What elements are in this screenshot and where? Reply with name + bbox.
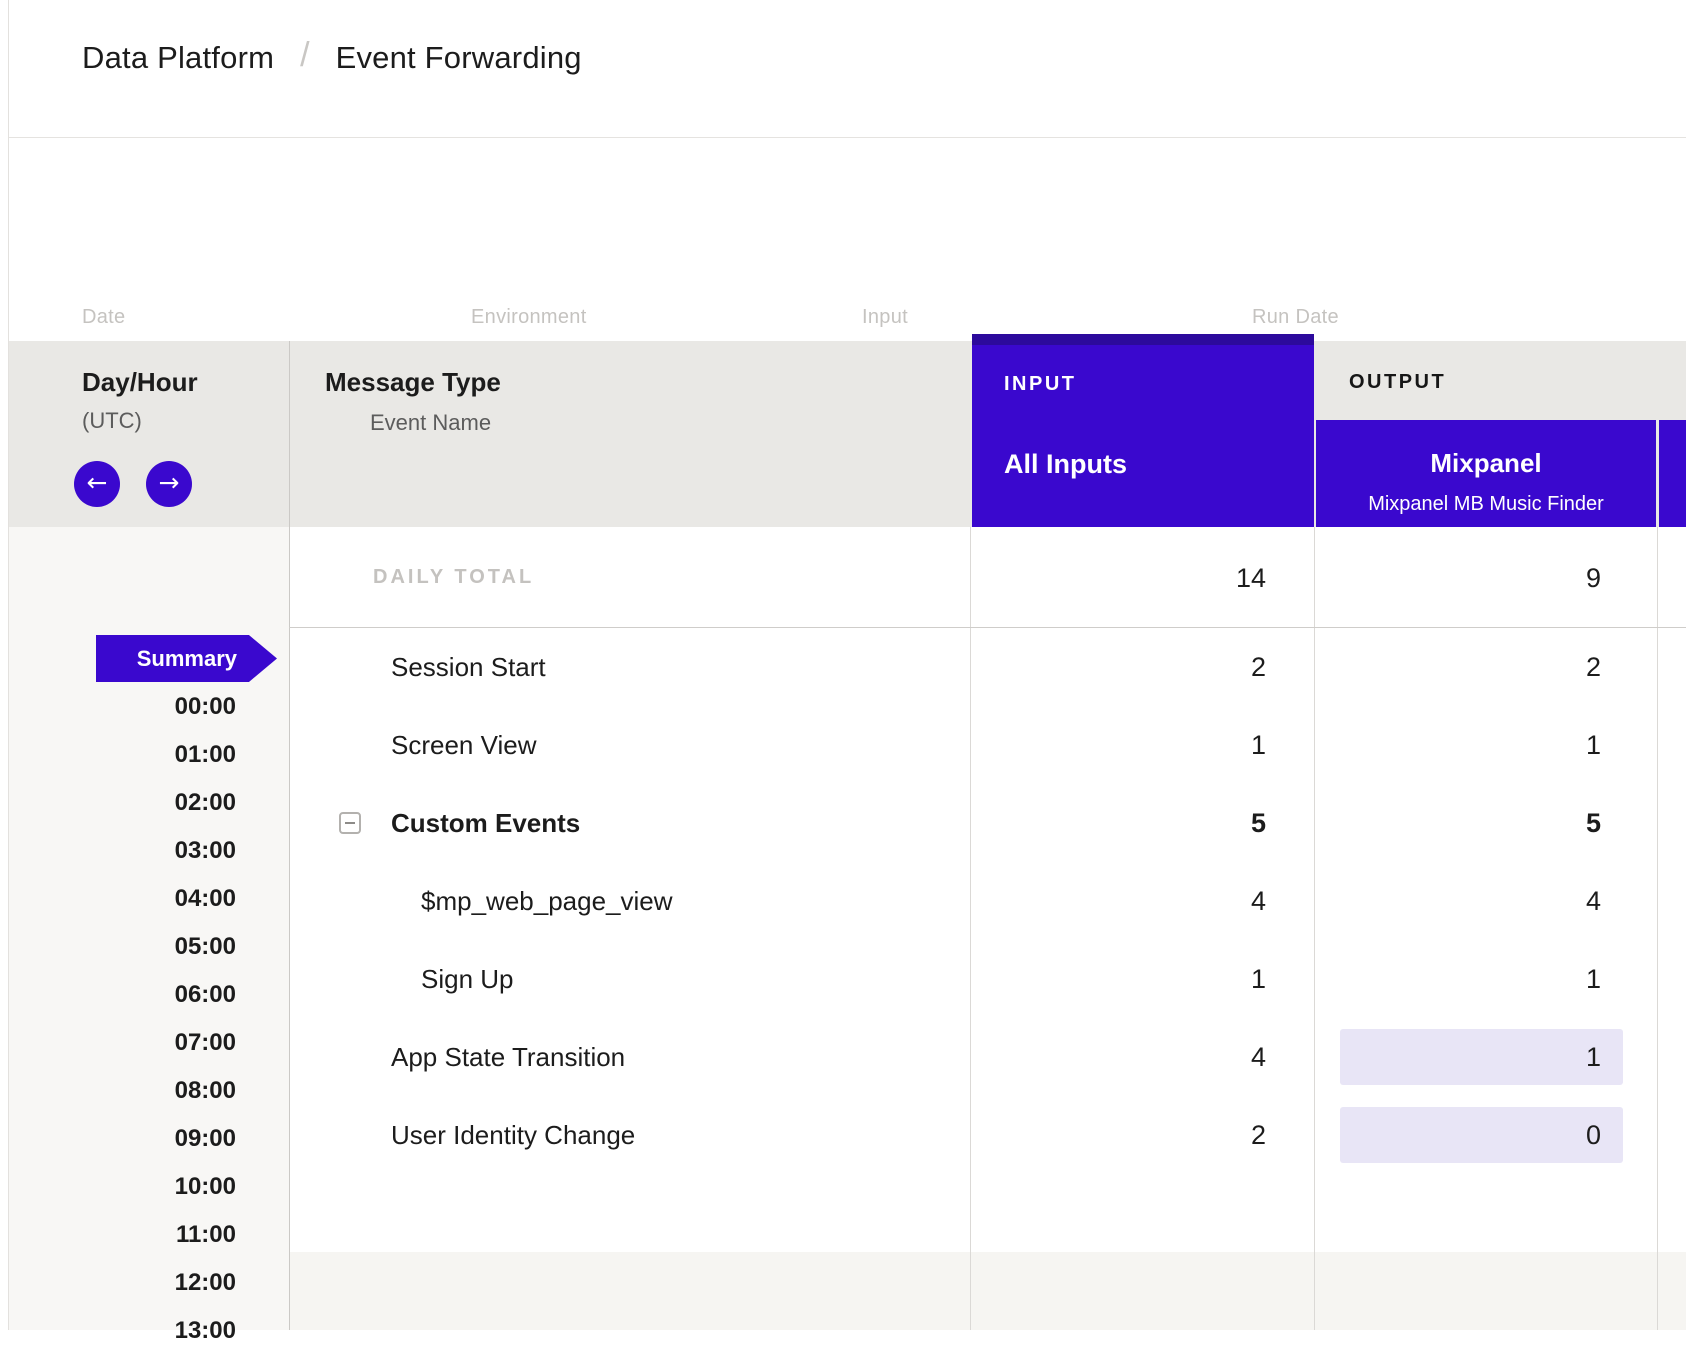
table-row: App State Transition 4 1 [289, 1018, 1686, 1096]
hour-row-09[interactable]: 09:00 [9, 1125, 236, 1153]
output-count: 4 [1314, 886, 1657, 916]
event-name: App State Transition [391, 1042, 625, 1072]
page-panel: Data Platform / Event Forwarding Date En… [8, 0, 1686, 1330]
output-next-column-header-partial [1659, 420, 1686, 527]
hour-row-04[interactable]: 04:00 [9, 885, 236, 913]
day-hour-column-title: Day/Hour [82, 366, 198, 398]
breadcrumb-separator: / [300, 36, 309, 75]
date-label: Date [82, 306, 125, 329]
table-row: User Identity Change 2 0 [289, 1096, 1686, 1174]
collapse-icon[interactable] [339, 812, 361, 834]
hour-row-07[interactable]: 07:00 [9, 1029, 236, 1057]
breadcrumb-section[interactable]: Data Platform [82, 40, 274, 76]
output-count: 1 [1314, 730, 1657, 760]
highlighted-output-cell: 1 [1340, 1029, 1623, 1085]
day-hour-timezone: (UTC) [82, 408, 142, 434]
table-footer-strip [290, 1252, 1686, 1330]
message-type-column-title: Message Type [325, 366, 501, 398]
hour-row-08[interactable]: 08:00 [9, 1077, 236, 1105]
previous-day-button[interactable]: ← [74, 461, 120, 507]
hour-row-00[interactable]: 00:00 [9, 693, 236, 721]
arrow-right-icon: → [159, 468, 180, 497]
input-header-value: All Inputs [1004, 448, 1127, 480]
filter-bar: Date Environment Input Run Date 08/08/20… [9, 138, 1686, 341]
event-name: $mp_web_page_view [421, 886, 673, 916]
input-count: 1 [970, 730, 1314, 760]
output-section-label: OUTPUT [1349, 370, 1446, 394]
output-count: 2 [1314, 652, 1657, 682]
breadcrumb: Data Platform / Event Forwarding [82, 38, 582, 77]
event-name-subtitle: Event Name [370, 410, 491, 436]
event-name: User Identity Change [391, 1120, 635, 1150]
input-count: 4 [970, 1042, 1314, 1072]
arrow-left-icon: ← [87, 468, 108, 497]
next-day-button[interactable]: → [146, 461, 192, 507]
table-row: Session Start 2 2 [289, 628, 1686, 706]
hour-row-10[interactable]: 10:00 [9, 1173, 236, 1201]
event-rows: Session Start 2 2 Screen View 1 1 Custom… [289, 628, 1686, 1174]
highlighted-output-cell: 0 [1340, 1107, 1623, 1163]
output-mixpanel-header[interactable]: Mixpanel Mixpanel MB Music Finder [1316, 420, 1656, 527]
hour-row-06[interactable]: 06:00 [9, 981, 236, 1009]
hour-row-05[interactable]: 05:00 [9, 933, 236, 961]
hour-row-12[interactable]: 12:00 [9, 1269, 236, 1297]
hour-row-11[interactable]: 11:00 [9, 1221, 236, 1249]
event-name: Screen View [391, 730, 537, 760]
input-count: 4 [970, 886, 1314, 916]
hour-row-02[interactable]: 02:00 [9, 789, 236, 817]
summary-row-selector[interactable]: Summary [96, 635, 277, 682]
input-count: 1 [970, 964, 1314, 994]
run-date-label: Run Date [1252, 306, 1339, 329]
input-count: 2 [970, 652, 1314, 682]
event-name: Session Start [391, 652, 546, 682]
event-name: Custom Events [391, 808, 580, 838]
input-column-header: INPUT All Inputs [972, 334, 1314, 527]
table-row: Screen View 1 1 [289, 706, 1686, 784]
input-label: Input [862, 306, 908, 329]
page-title: Event Forwarding [336, 40, 582, 76]
input-header-accent-strip [972, 334, 1314, 345]
daily-total-row: DAILY TOTAL 14 9 [289, 527, 1686, 628]
input-header-label: INPUT [1004, 372, 1077, 396]
input-count: 2 [970, 1120, 1314, 1150]
daily-total-label: DAILY TOTAL [373, 565, 534, 589]
hour-row-13[interactable]: 13:00 [9, 1317, 236, 1345]
input-count: 5 [970, 808, 1314, 838]
table-row-child: Sign Up 1 1 [289, 940, 1686, 1018]
table-row-child: $mp_web_page_view 4 4 [289, 862, 1686, 940]
daily-total-input-value: 14 [970, 563, 1314, 593]
output-count: 1 [1340, 1029, 1623, 1085]
output-count: 5 [1314, 808, 1657, 838]
daily-total-output-value: 9 [1314, 563, 1657, 593]
output-integration-name: Mixpanel [1316, 448, 1656, 478]
output-connection-name: Mixpanel MB Music Finder [1316, 492, 1656, 516]
table-row-group: Custom Events 5 5 [289, 784, 1686, 862]
hour-row-01[interactable]: 01:00 [9, 741, 236, 769]
top-bar: Data Platform / Event Forwarding [9, 0, 1686, 138]
hour-row-03[interactable]: 03:00 [9, 837, 236, 865]
output-count: 1 [1314, 964, 1657, 994]
environment-label: Environment [471, 306, 587, 329]
event-name: Sign Up [421, 964, 514, 994]
output-count: 0 [1340, 1107, 1623, 1163]
